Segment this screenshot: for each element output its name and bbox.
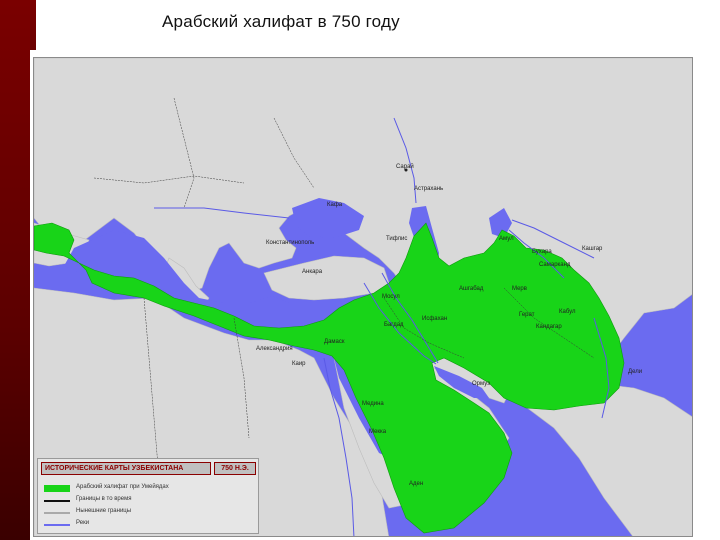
map-legend: ИСТОРИЧЕСКИЕ КАРТЫ УЗБЕКИСТАНА 750 Н.Э. … [37,458,259,534]
slide-left-bar [0,0,30,540]
city-alexandria: Александрия [256,346,293,352]
city-aden: Аден [409,481,423,487]
city-kandahar: Кандагар [536,324,562,330]
map: Сарай Астрахань Кафа Константинополь Тиф… [33,57,693,537]
city-cairo: Каир [292,361,306,367]
city-isfahan: Исфахан [422,316,447,322]
city-bagdad: Багдад [384,322,404,328]
city-samarkand: Самарканд [539,262,571,268]
legend-label: Нынешние границы [76,508,132,514]
city-sarai: Сарай [396,163,414,170]
city-ankara: Анкара [302,269,323,275]
slide-title: Арабский халифат в 750 году [162,12,400,31]
city-ashgabat: Ашгабад [459,286,484,292]
city-kafa: Кафа [327,202,343,208]
caliphate-swatch [44,485,70,492]
city-amul: Амул [499,236,514,242]
legend-label: Арабский халифат при Умейядах [76,484,169,490]
legend-item-caliphate: Арабский халифат при Умейядах [44,483,254,493]
legend-item-borders-then: Границы в то время [44,495,254,505]
city-constantinople: Константинополь [266,240,314,246]
city-delhi: Дели [628,369,642,375]
city-hormuz: Ормуз [472,381,490,387]
legend-year: 750 Н.Э. [214,462,256,475]
city-kabul: Кабул [559,309,576,315]
city-herat: Герат [519,312,535,318]
city-mecca: Мекка [369,429,387,435]
borders-now-swatch [44,512,70,514]
city-tiflis: Тифлис [386,236,407,242]
legend-item-rivers: Реки [44,519,254,529]
city-bukhara: Бухара [532,249,552,255]
legend-items: Арабский халифат при Умейядах Границы в … [44,483,254,531]
city-kashgar: Кашгар [582,246,603,252]
borders-then-swatch [44,500,70,502]
city-medina: Медина [362,401,384,407]
city-mosul: Мосул [382,294,400,300]
city-damascus: Дамаск [324,339,345,345]
rivers-swatch [44,524,70,526]
legend-item-borders-now: Нынешние границы [44,507,254,517]
city-astrakhan: Астрахань [414,186,443,192]
legend-label: Границы в то время [76,496,132,502]
city-merv: Мерв [512,286,527,292]
legend-label: Реки [76,520,90,526]
legend-header: ИСТОРИЧЕСКИЕ КАРТЫ УЗБЕКИСТАНА [41,462,211,475]
